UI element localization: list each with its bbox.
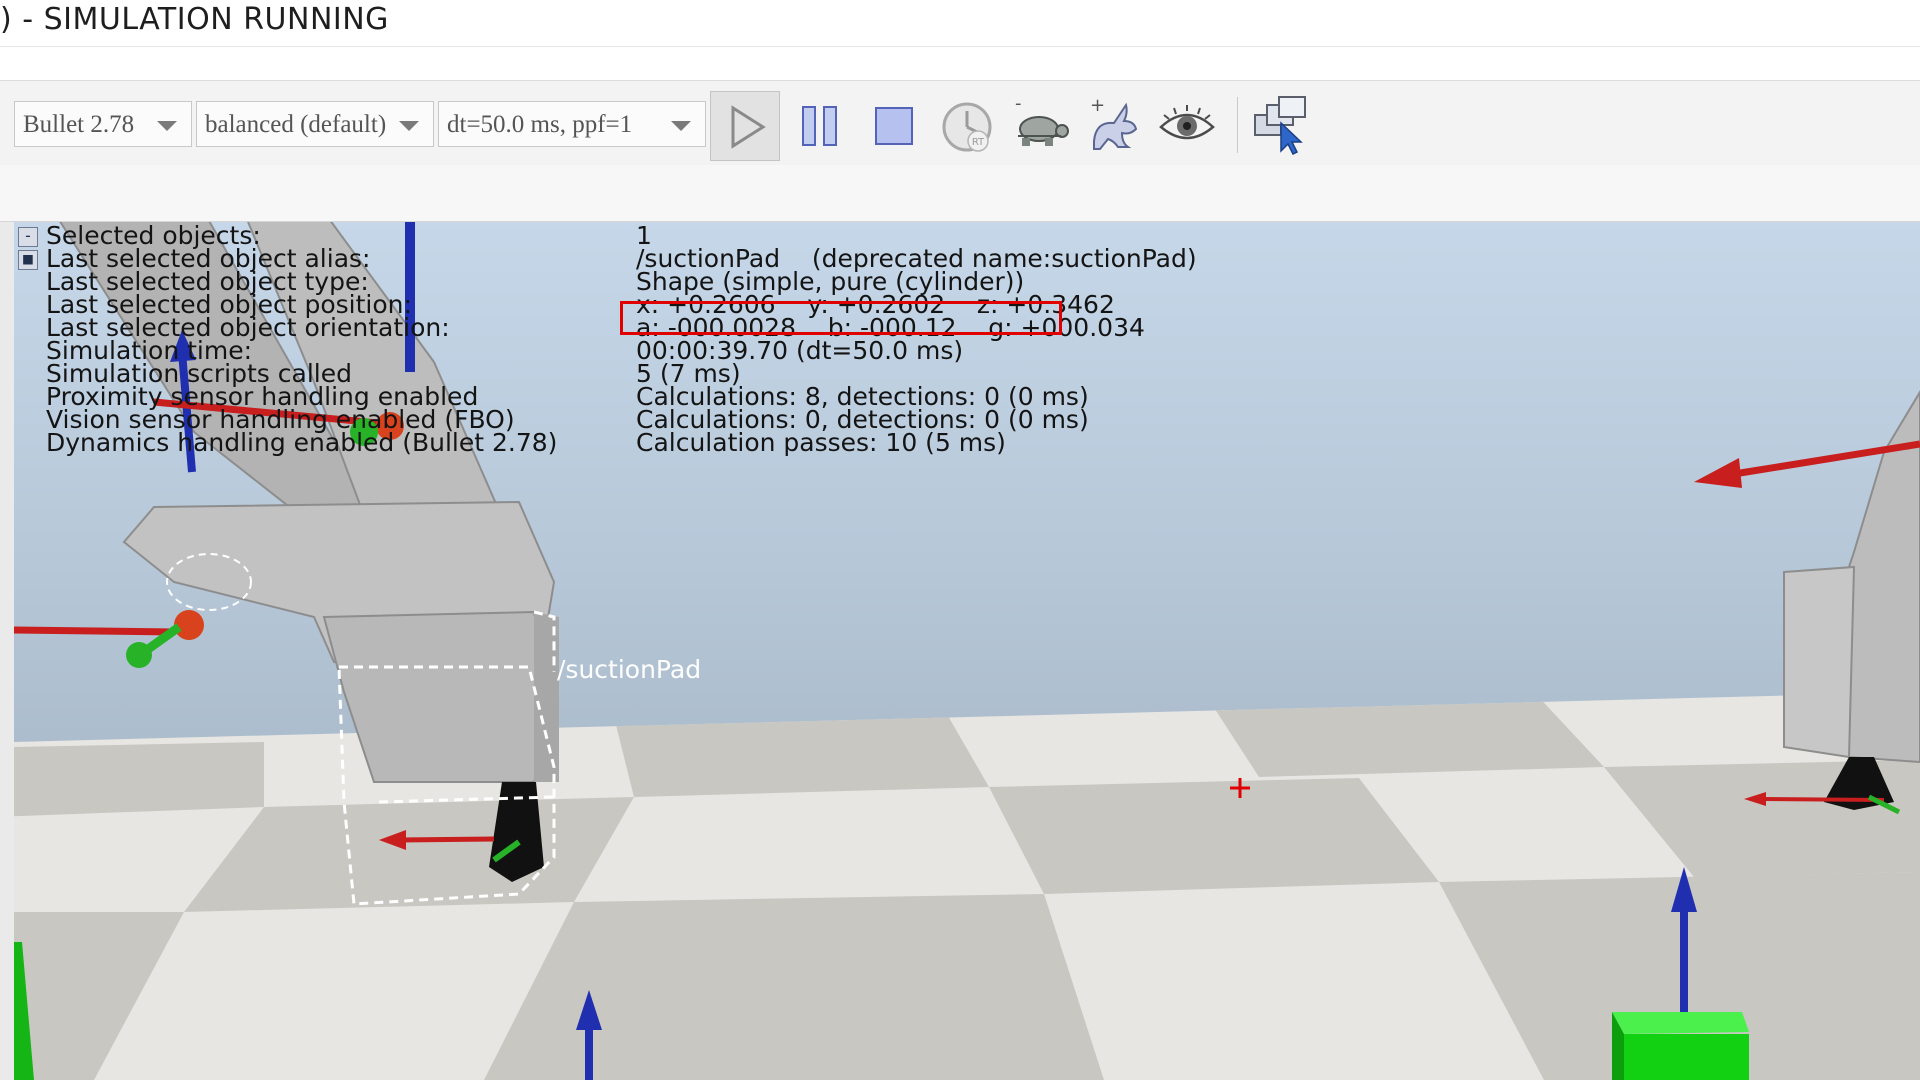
stop-icon bbox=[875, 107, 913, 145]
play-icon bbox=[731, 105, 766, 149]
info-label-dynamics: Dynamics handling enabled (Bullet 2.78) bbox=[46, 428, 558, 457]
scene-hierarchy-collapsed[interactable] bbox=[0, 222, 15, 1080]
rabbit-icon: + bbox=[1090, 95, 1138, 150]
pause-icon bbox=[802, 106, 837, 146]
simulation-toolbar: Bullet 2.78 balanced (default) dt=50.0 m… bbox=[0, 80, 1920, 166]
eye-icon bbox=[1159, 105, 1215, 140]
title-bar: ) - SIMULATION RUNNING bbox=[0, 0, 1920, 47]
accuracy-value: balanced (default) bbox=[205, 111, 387, 138]
real-time-button[interactable]: RT bbox=[932, 91, 1002, 161]
timestep-select[interactable]: dt=50.0 ms, ppf=1 bbox=[438, 101, 706, 147]
visualization-toggle-button[interactable] bbox=[1152, 91, 1222, 161]
plus-sign: + bbox=[1090, 95, 1105, 116]
chevron-down-icon bbox=[399, 121, 419, 131]
selected-object-label: /suctionPad bbox=[557, 655, 702, 684]
stop-simulation-button[interactable] bbox=[860, 91, 930, 161]
speed-up-button[interactable]: + bbox=[1078, 91, 1148, 161]
chevron-down-icon bbox=[671, 121, 691, 131]
pause-simulation-button[interactable] bbox=[786, 91, 856, 161]
scene-viewport[interactable]: - ■ Selected objects: Last selected obje… bbox=[14, 222, 1920, 1080]
collapse-info-toggle[interactable]: - bbox=[18, 227, 38, 247]
thread-rendering-button[interactable] bbox=[1247, 91, 1317, 161]
minus-sign: - bbox=[1015, 93, 1022, 114]
scene-render bbox=[14, 222, 1920, 1080]
chevron-down-icon bbox=[157, 121, 177, 131]
slow-down-button[interactable]: - bbox=[1005, 91, 1075, 161]
timestep-value: dt=50.0 ms, ppf=1 bbox=[447, 111, 633, 138]
clock-rt-icon: RT bbox=[942, 102, 992, 152]
position-highlight-box bbox=[620, 301, 1062, 335]
secondary-toolbar bbox=[0, 165, 1920, 222]
start-simulation-button[interactable] bbox=[710, 91, 780, 161]
info-options-toggle[interactable]: ■ bbox=[18, 250, 38, 270]
accuracy-select[interactable]: balanced (default) bbox=[196, 101, 434, 147]
physics-engine-select[interactable]: Bullet 2.78 bbox=[14, 101, 192, 147]
green-cube bbox=[1612, 1012, 1749, 1080]
info-value-dynamics: Calculation passes: 10 (5 ms) bbox=[636, 428, 1006, 457]
turtle-icon: - bbox=[1015, 93, 1069, 146]
windows-cursor-icon bbox=[1254, 96, 1306, 156]
rt-badge: RT bbox=[972, 137, 985, 148]
toolbar-separator bbox=[1237, 97, 1238, 153]
window-title: ) - SIMULATION RUNNING bbox=[0, 2, 389, 37]
physics-engine-value: Bullet 2.78 bbox=[23, 111, 135, 138]
